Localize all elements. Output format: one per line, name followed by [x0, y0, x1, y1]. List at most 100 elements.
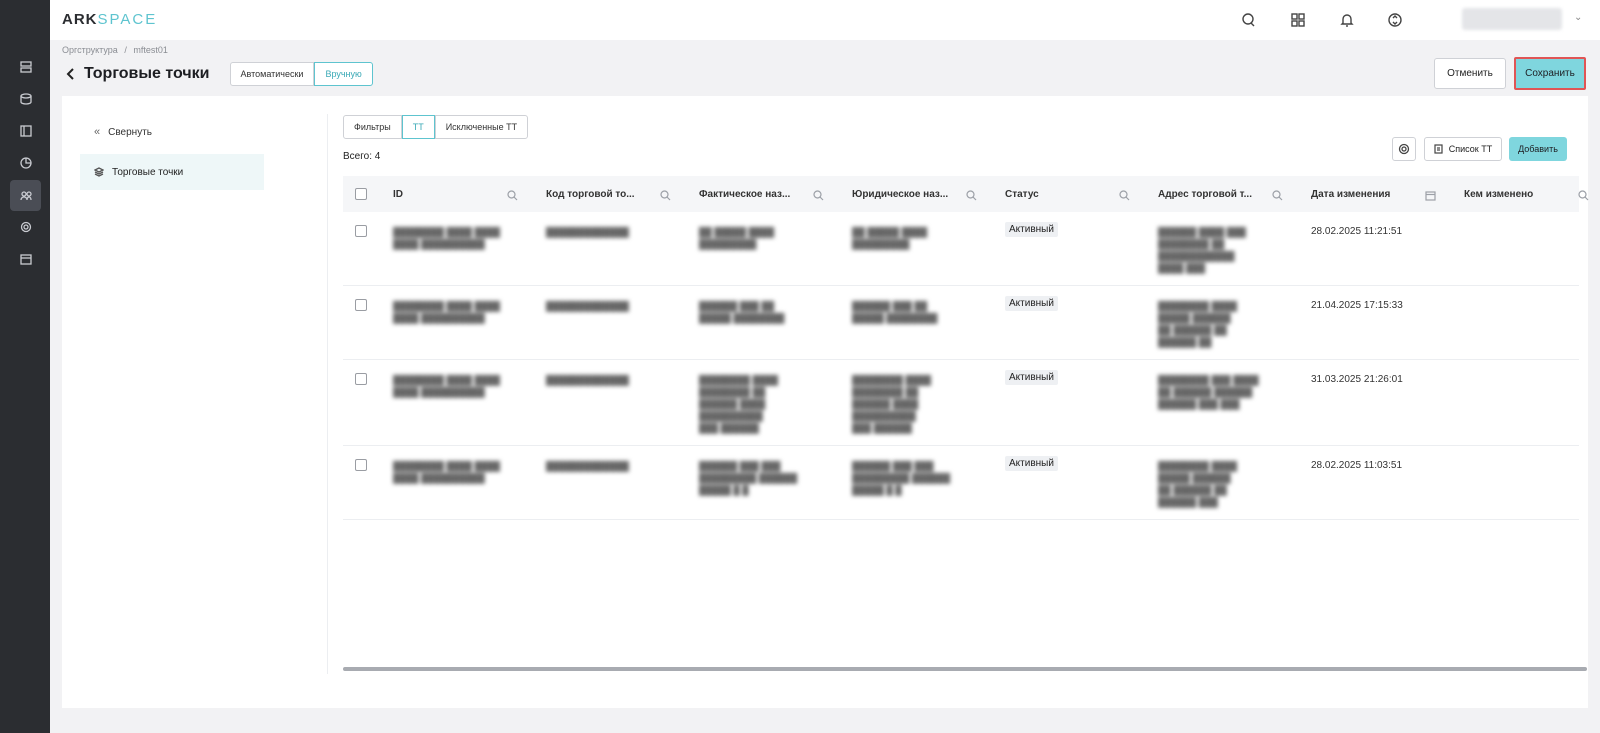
tab-tt[interactable]: ТТ — [401, 115, 435, 139]
redacted-actual-name: ██ █████ ████ █████████ — [699, 227, 775, 249]
add-button[interactable]: Добавить — [1509, 137, 1567, 161]
search-icon[interactable] — [1119, 188, 1131, 201]
status-badge: Активный — [1005, 456, 1058, 471]
breadcrumb-item-orgstructure[interactable]: Оргструктура — [62, 45, 118, 55]
chat-icon[interactable] — [1238, 9, 1260, 31]
table-row[interactable]: ████████ ████ ████ ████ ██████████ ██████… — [343, 446, 1579, 520]
column-header-actual-name[interactable]: Фактическое наз... — [699, 176, 790, 212]
sync-icon[interactable] — [1384, 9, 1406, 31]
redacted-legal-name: ██████ ███ ███ █████████ ██████ █████ █ █ — [852, 461, 951, 495]
column-header-legal-name[interactable]: Юридическое наз... — [852, 176, 948, 212]
redacted-legal-name: ████████ ████ ████████ ██ ██████ ████ █████… — [852, 375, 932, 433]
nav-calendar-icon[interactable] — [10, 243, 41, 274]
sidebar-divider — [327, 114, 328, 674]
calendar-filter-icon[interactable] — [1425, 188, 1437, 201]
breadcrumb-item-current: mftest01 — [133, 45, 168, 55]
collapse-button[interactable]: « Свернуть — [94, 126, 152, 138]
search-icon[interactable] — [507, 188, 519, 201]
column-header-code[interactable]: Код торговой то... — [546, 176, 635, 212]
sidebar: « Свернуть Торговые точки — [80, 114, 264, 674]
nav-chart-icon[interactable] — [10, 147, 41, 178]
nav-layout-icon[interactable] — [10, 115, 41, 146]
user-name-blurred[interactable] — [1462, 8, 1562, 30]
breadcrumb: Оргструктура / mftest01 — [62, 45, 172, 55]
redacted-address: ████████ ████ █████ ██████ ██ ██████ ██ ███… — [1158, 461, 1238, 507]
mode-manual-button[interactable]: Вручную — [314, 62, 373, 86]
main-panel: « Свернуть Торговые точки Фильтры ТТ Иск… — [62, 96, 1589, 708]
date-modified: 21.04.2025 17:15:33 — [1311, 300, 1403, 311]
redacted-code: █████████████ — [546, 301, 629, 311]
table-row[interactable]: ████████ ████ ████ ████ ██████████ ██████… — [343, 286, 1579, 360]
nav-servers-icon[interactable] — [10, 51, 41, 82]
redacted-id: ████████ ████ ████ ████ ██████████ — [393, 375, 501, 397]
search-icon[interactable] — [813, 188, 825, 201]
sidebar-item-trade-points[interactable]: Торговые точки — [80, 154, 264, 190]
mode-automatic-button[interactable]: Автоматически — [229, 62, 315, 86]
row-checkbox[interactable] — [355, 299, 367, 311]
tab-excluded-tt[interactable]: Исключенные ТТ — [434, 115, 529, 139]
collapse-label: Свернуть — [108, 126, 152, 138]
row-checkbox[interactable] — [355, 373, 367, 385]
table-row[interactable]: ████████ ████ ████ ████ ██████████ ██████… — [343, 212, 1579, 286]
status-badge: Активный — [1005, 222, 1058, 237]
tt-list-label: Список ТТ — [1448, 144, 1493, 154]
horizontal-scrollbar[interactable] — [343, 667, 1587, 671]
table-row[interactable]: ████████ ████ ████ ████ ██████████ ██████… — [343, 360, 1579, 446]
bell-icon[interactable] — [1336, 9, 1358, 31]
date-modified: 28.02.2025 11:21:51 — [1311, 226, 1403, 237]
column-header-date-modified[interactable]: Дата изменения — [1311, 176, 1390, 212]
mode-switch: Автоматически Вручную — [229, 62, 373, 86]
row-checkbox[interactable] — [355, 225, 367, 237]
select-all-checkbox[interactable] — [355, 188, 367, 200]
row-checkbox[interactable] — [355, 459, 367, 471]
table-settings-button[interactable] — [1392, 137, 1416, 161]
tabs: Фильтры ТТ Исключенные ТТ — [343, 115, 529, 139]
apps-grid-icon[interactable] — [1287, 9, 1309, 31]
redacted-code: █████████████ — [546, 461, 629, 471]
search-icon[interactable] — [660, 188, 672, 201]
column-header-id[interactable]: ID — [393, 176, 403, 212]
redacted-actual-name: ████████ ████ ████████ ██ ██████ ████ █████… — [699, 375, 779, 433]
save-button[interactable]: Сохранить — [1514, 57, 1586, 90]
total-count: Всего: 4 — [343, 151, 381, 162]
redacted-legal-name: ██ █████ ████ █████████ — [852, 227, 928, 249]
layers-icon — [94, 167, 104, 177]
status-badge: Активный — [1005, 370, 1058, 385]
page-title: Торговые точки — [84, 65, 210, 82]
app-logo[interactable]: ARKSPACE — [62, 11, 157, 28]
search-icon[interactable] — [966, 188, 978, 201]
back-arrow-icon[interactable] — [62, 66, 78, 82]
redacted-actual-name: ██████ ███ ███ █████████ ██████ █████ █ █ — [699, 461, 798, 495]
search-icon[interactable] — [1272, 188, 1284, 201]
gear-icon — [1398, 143, 1410, 155]
table-header: ID Код торговой то... Фактическое наз...… — [343, 176, 1589, 212]
status-badge: Активный — [1005, 296, 1058, 311]
tab-filters[interactable]: Фильтры — [343, 115, 402, 139]
column-header-address[interactable]: Адрес торговой т... — [1158, 176, 1252, 212]
user-menu-caret-icon[interactable]: ⌄ — [1574, 12, 1582, 23]
redacted-address: ████████ ████ █████ ██████ ██ ██████ ██ ███… — [1158, 301, 1238, 347]
redacted-id: ████████ ████ ████ ████ ██████████ — [393, 461, 501, 483]
redacted-code: █████████████ — [546, 375, 629, 385]
redacted-address: ████████ ███ ████ ██ ██████ ██████ ██████ … — [1158, 375, 1259, 409]
column-header-status[interactable]: Статус — [1005, 176, 1039, 212]
column-header-modified-by[interactable]: Кем изменено — [1464, 176, 1533, 212]
breadcrumb-separator: / — [124, 45, 127, 55]
tt-list-button[interactable]: Список ТТ — [1424, 137, 1502, 161]
document-icon — [1434, 144, 1443, 154]
nav-database-icon[interactable] — [10, 83, 41, 114]
redacted-address: ██████ ████ ███ ████████ ██ ████████████ ██… — [1158, 227, 1246, 273]
search-icon[interactable] — [1578, 188, 1590, 201]
redacted-legal-name: ██████ ███ ██ █████ ████████ — [852, 301, 938, 323]
left-nav-rail — [0, 0, 50, 733]
sidebar-item-label: Торговые точки — [112, 166, 184, 178]
date-modified: 28.02.2025 11:03:51 — [1311, 460, 1403, 471]
title-row: Торговые точки Автоматически Вручную — [62, 60, 373, 88]
double-chevron-left-icon: « — [94, 126, 101, 138]
date-modified: 31.03.2025 21:26:01 — [1311, 374, 1403, 385]
top-header: ARKSPACE ⌄ — [50, 0, 1600, 40]
nav-users-icon[interactable] — [10, 180, 41, 211]
redacted-id: ████████ ████ ████ ████ ██████████ — [393, 301, 501, 323]
nav-settings-icon[interactable] — [10, 211, 41, 242]
cancel-button[interactable]: Отменить — [1434, 58, 1506, 89]
